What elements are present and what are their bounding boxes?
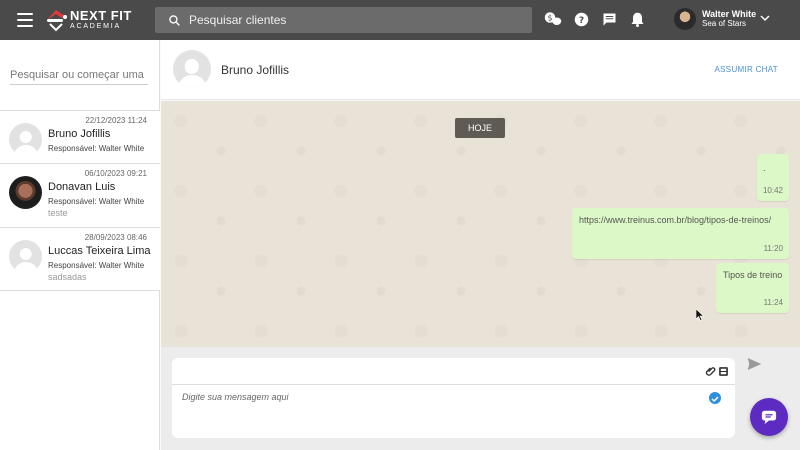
chat-support-button[interactable] [750, 398, 788, 436]
svg-text:?: ? [578, 15, 583, 25]
conversation-date: 06/10/2023 09:21 [84, 169, 147, 178]
client-search[interactable] [155, 7, 532, 33]
bell-icon[interactable] [628, 10, 646, 28]
message-area[interactable]: HOJE . 10:42 https://www.treinus.com.br/… [161, 101, 800, 347]
conversation-responsible: Responsável: Walter White [48, 197, 145, 206]
conversation-last-message: sadsadas [48, 272, 87, 282]
chat-header: Bruno Jofillis ASSUMIR CHAT [161, 40, 800, 100]
message-bubble[interactable]: Tipos de treino 11:24 [716, 263, 789, 313]
chat-bubble-icon [761, 410, 777, 425]
menu-icon[interactable] [17, 13, 33, 27]
chevron-down-icon [760, 15, 770, 22]
message-time: 11:24 [763, 298, 783, 307]
avatar [9, 123, 42, 156]
money-chat-icon[interactable]: $ [544, 10, 562, 28]
chat-title: Bruno Jofillis [221, 63, 290, 77]
conversation-date: 28/09/2023 08:46 [84, 233, 147, 242]
message-composer [172, 358, 735, 438]
conversation-name: Bruno Jofillis [48, 128, 111, 140]
take-chat-button[interactable]: ASSUMIR CHAT [715, 65, 778, 74]
user-menu[interactable]: Walter White Sea of Stars [674, 8, 770, 30]
conversation-name: Donavan Luis [48, 181, 116, 193]
conversation-item[interactable]: 28/09/2023 08:46 Luccas Teixeira Lima Re… [0, 227, 160, 291]
conversation-item[interactable]: 06/10/2023 09:21 Donavan Luis Responsáve… [0, 163, 160, 227]
message-text: . [763, 163, 766, 173]
client-search-input[interactable] [189, 13, 489, 27]
user-avatar [674, 8, 696, 30]
attach-icon[interactable] [705, 364, 717, 376]
svg-text:$: $ [548, 14, 553, 23]
template-icon[interactable] [718, 364, 730, 376]
top-bar: NEXT FIT ACADEMIA $ ? Walter White Sea o… [0, 0, 800, 40]
brand-subtitle: ACADEMIA [70, 22, 121, 30]
brand-logo[interactable]: NEXT FIT ACADEMIA [44, 7, 132, 32]
avatar [173, 50, 211, 88]
conversation-date: 22/12/2023 11:24 [85, 116, 147, 125]
avatar [9, 240, 42, 273]
search-icon [169, 14, 180, 26]
day-separator: HOJE [455, 118, 505, 138]
brand-name: NEXT FIT [70, 7, 132, 23]
conversation-name: Luccas Teixeira Lima [48, 245, 151, 257]
message-text: Tipos de treino [723, 270, 783, 280]
conversation-search-input[interactable] [10, 69, 148, 81]
message-bubble[interactable]: . 10:42 [757, 154, 789, 201]
composer-divider [172, 384, 735, 385]
message-icon[interactable] [600, 10, 618, 28]
avatar [9, 176, 42, 209]
conversation-responsible: Responsável: Walter White [48, 261, 145, 270]
conversation-last-message: teste [48, 208, 68, 218]
conversation-search[interactable] [10, 65, 148, 85]
conversation-responsible: Responsável: Walter White [48, 144, 145, 153]
user-org: Sea of Stars [702, 18, 747, 28]
message-text: https://www.treinus.com.br/blog/tipos-de… [579, 215, 772, 225]
help-icon[interactable]: ? [572, 10, 590, 28]
check-icon[interactable] [709, 392, 721, 404]
conversation-sidebar: 22/12/2023 11:24 Bruno Jofillis Responsá… [0, 40, 160, 450]
mouse-pointer-icon [696, 309, 704, 321]
message-time: 10:42 [762, 186, 783, 195]
message-bubble[interactable]: https://www.treinus.com.br/blog/tipos-de… [572, 208, 789, 259]
message-input[interactable] [182, 392, 702, 428]
logo-santa-hat-icon [44, 8, 67, 32]
send-icon[interactable] [747, 357, 763, 373]
message-time: 11:20 [763, 244, 783, 253]
